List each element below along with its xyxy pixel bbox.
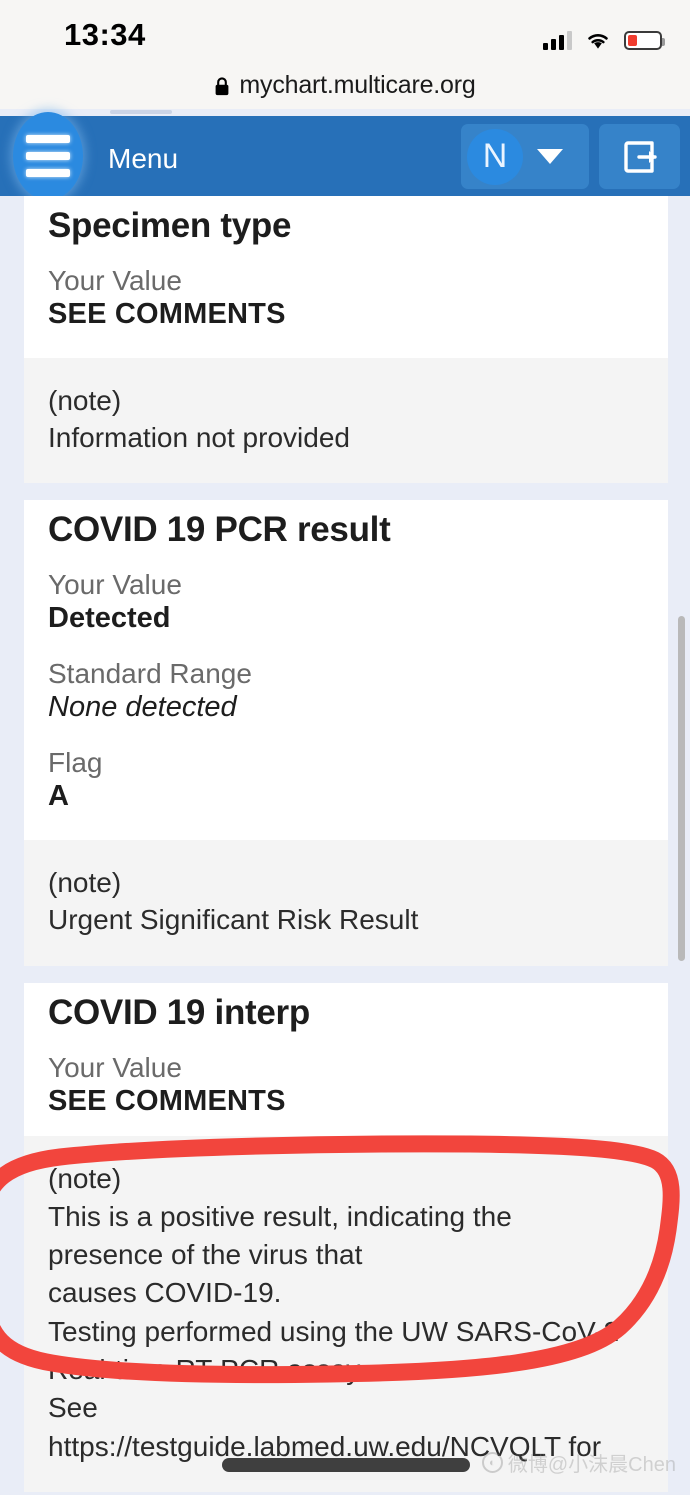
watermark-text: 微博@小沫晨Chen [507,1454,676,1476]
note-text: Urgent Significant Risk Result [48,904,419,936]
note-text: Real-time RT-PCR assay. [48,1354,366,1385]
result-card: COVID 19 interp Your Value SEE COMMENTS [24,982,668,1137]
note-text: presence of the virus that [48,1238,363,1270]
field-label: Standard Range [48,658,252,690]
menu-label[interactable]: Menu [108,143,178,175]
result-card: COVID 19 PCR result Your Value Detected … [24,500,668,840]
result-note: (note) This is a positive result, indica… [24,1136,668,1493]
note-label: (note) [48,1163,122,1195]
cellular-signal-icon [543,30,572,50]
field-value: Detected [48,602,171,635]
test-results-list[interactable]: Specimen type Your Value SEE COMMENTS (n… [0,196,690,1495]
home-indicator[interactable] [222,1458,470,1472]
field-label: Your Value [48,265,182,296]
note-text: Information not provided [48,422,350,454]
result-field: Your Value Detected [48,568,644,636]
note-text: See [48,1392,98,1424]
note-label: (note) [48,384,122,416]
avatar: N [467,128,523,185]
phone-screen: 13:34 mychart.multicare.org Menu N Speci… [0,0,690,1495]
result-field: Your Value SEE COMMENTS [48,1051,644,1119]
status-bar-icons [543,26,665,50]
result-note: (note) Information not provided [24,357,668,484]
result-title: COVID 19 PCR result [48,510,391,550]
result-title: COVID 19 interp [48,992,310,1032]
field-value: A [48,780,69,813]
url-text: mychart.multicare.org [239,71,476,99]
field-label: Your Value [48,1051,182,1083]
log-out-icon [623,140,657,173]
vertical-scrollbar[interactable] [678,616,685,961]
result-field: Your Value SEE COMMENTS [48,264,644,332]
lock-icon [216,76,229,95]
result-title: Specimen type [48,206,292,245]
mychart-navigation-bar: Menu N [0,112,690,200]
battery-low-icon [624,31,665,50]
hamburger-menu-icon[interactable] [13,112,83,200]
field-label: Your Value [48,569,182,601]
result-note: (note) Urgent Significant Risk Result [24,839,668,966]
field-value: SEE COMMENTS [48,298,286,331]
note-text: This is a positive result, indicating th… [48,1200,512,1232]
field-label: Flag [48,747,103,779]
ios-status-bar: 13:34 [0,0,690,62]
chevron-down-icon [537,149,563,164]
weibo-watermark: ◐ 微博@小沫晨Chen [481,1448,676,1477]
scrolled-content-peek [0,109,690,116]
wifi-icon [588,34,608,49]
weibo-logo-icon: ◐ [481,1452,503,1473]
result-field: Flag A [48,746,644,814]
log-out-button[interactable] [599,124,680,189]
result-field: Standard Range None detected [48,657,644,725]
field-value: SEE COMMENTS [48,1084,286,1117]
note-text: Testing performed using the UW SARS-CoV-… [48,1315,620,1347]
status-bar-clock: 13:34 [64,17,146,52]
result-card: Specimen type Your Value SEE COMMENTS [24,196,668,358]
field-value: None detected [48,691,237,724]
note-label: (note) [48,866,122,898]
note-text: causes COVID-19. [48,1277,282,1309]
account-dropdown-button[interactable]: N [461,124,589,189]
browser-url-bar[interactable]: mychart.multicare.org [0,62,690,109]
